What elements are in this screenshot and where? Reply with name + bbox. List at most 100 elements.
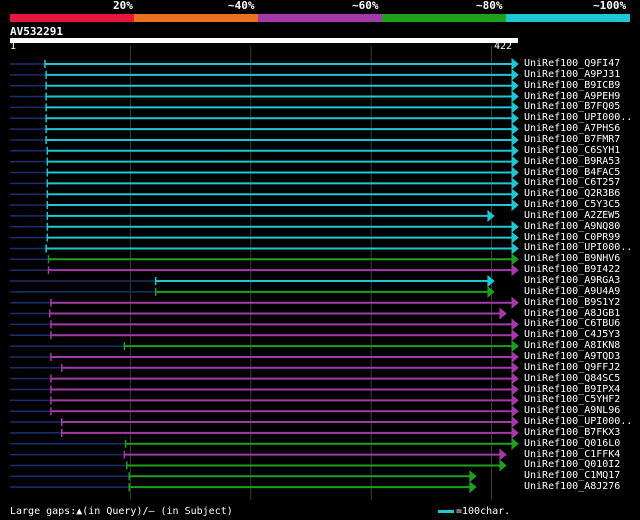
hit-end-arrow: [511, 264, 519, 277]
hit-label[interactable]: UniRef100_A9NQ80: [524, 221, 620, 232]
hit-row[interactable]: [10, 57, 519, 71]
hit-row[interactable]: [10, 198, 519, 212]
hit-label[interactable]: UniRef100_C5YHF2: [524, 394, 620, 405]
hit-label[interactable]: UniRef100_B9I422: [524, 264, 620, 275]
hit-label[interactable]: UniRef100_Q2R3B6: [524, 188, 620, 199]
hit-label[interactable]: UniRef100_UPI000..: [524, 416, 632, 427]
hit-row[interactable]: [10, 231, 519, 244]
hit-row[interactable]: [10, 350, 519, 364]
hit-label[interactable]: UniRef100_C6T257: [524, 177, 620, 188]
hit-label[interactable]: UniRef100_B7FKX3: [524, 427, 620, 438]
hit-label[interactable]: UniRef100_C1FFK4: [524, 449, 620, 460]
hit-row[interactable]: [10, 79, 519, 92]
hit-row[interactable]: [10, 296, 519, 309]
hit-label[interactable]: UniRef100_Q9FFJ2: [524, 362, 620, 373]
hit-end-arrow: [511, 198, 519, 212]
hit-end-arrow: [511, 90, 519, 103]
hit-end-arrow: [511, 57, 519, 71]
hit-label[interactable]: UniRef100_B9ICB9: [524, 80, 620, 91]
hit-row[interactable]: [10, 383, 519, 396]
hit-label[interactable]: UniRef100_C6SYH1: [524, 145, 620, 156]
hit-label[interactable]: UniRef100_Q016L0: [524, 438, 620, 449]
hit-end-arrow: [511, 350, 519, 364]
hit-label[interactable]: UniRef100_C4J5Y3: [524, 329, 620, 340]
hit-label[interactable]: UniRef100_A9NL96: [524, 405, 620, 416]
hit-label[interactable]: UniRef100_A9PEH9: [524, 91, 620, 102]
hit-row[interactable]: [10, 144, 519, 157]
hit-label[interactable]: UniRef100_C6TBU6: [524, 318, 620, 329]
hit-row[interactable]: [10, 242, 519, 255]
hit-end-arrow: [511, 123, 519, 136]
scale-legend-line: [438, 509, 454, 513]
hit-end-arrow: [469, 481, 477, 494]
hit-row[interactable]: [10, 470, 477, 483]
hit-row[interactable]: [10, 340, 519, 353]
hit-label[interactable]: UniRef100_Q9FI47: [524, 58, 620, 69]
hit-label[interactable]: UniRef100_B4FAC5: [524, 167, 620, 178]
hit-label[interactable]: UniRef100_UPI000..: [524, 242, 632, 253]
hit-row[interactable]: [10, 133, 519, 147]
hit-end-arrow: [511, 133, 519, 147]
hit-label[interactable]: UniRef100_C5Y3C5: [524, 199, 620, 210]
scale-legend: =100char.: [438, 506, 510, 518]
hit-row[interactable]: [10, 166, 519, 179]
hit-label[interactable]: UniRef100_B7FQ05: [524, 101, 620, 112]
hit-label[interactable]: UniRef100_A8IKN8: [524, 340, 620, 351]
hit-row[interactable]: [10, 285, 495, 298]
hit-row[interactable]: [10, 481, 477, 494]
hit-row[interactable]: [10, 68, 519, 81]
hit-label[interactable]: UniRef100_C0PR99: [524, 232, 620, 243]
hit-end-arrow: [511, 68, 519, 81]
hit-label[interactable]: UniRef100_A9RGA3: [524, 275, 620, 286]
hit-row[interactable]: [10, 209, 495, 222]
hit-row[interactable]: [10, 318, 519, 331]
hit-label[interactable]: UniRef100_A2ZEW5: [524, 210, 620, 221]
hit-row[interactable]: [10, 372, 519, 385]
hit-label[interactable]: UniRef100_A9TQD3: [524, 351, 620, 362]
hit-label[interactable]: UniRef100_B9S1Y2: [524, 297, 620, 308]
hit-end-arrow: [511, 394, 519, 407]
hit-row[interactable]: [10, 415, 519, 429]
hit-end-arrow: [487, 209, 495, 222]
hit-end-arrow: [511, 231, 519, 244]
hit-row[interactable]: [10, 405, 519, 418]
hit-row[interactable]: [10, 253, 519, 266]
hit-row[interactable]: [10, 264, 519, 277]
hit-end-arrow: [511, 188, 519, 201]
hit-label[interactable]: UniRef100_B9RA53: [524, 156, 620, 167]
hit-row[interactable]: [10, 90, 519, 103]
hit-row[interactable]: [10, 448, 507, 461]
hit-label[interactable]: UniRef100_B9NHV6: [524, 253, 620, 264]
hit-row[interactable]: [10, 177, 519, 190]
hit-end-arrow: [499, 307, 507, 320]
hit-row[interactable]: [10, 188, 519, 201]
hit-row[interactable]: [10, 361, 519, 374]
hit-label[interactable]: UniRef100_Q010I2: [524, 459, 620, 470]
hit-row[interactable]: [10, 123, 519, 136]
hit-row[interactable]: [10, 426, 519, 439]
hit-row[interactable]: [10, 307, 507, 320]
hit-label[interactable]: UniRef100_A7PHS6: [524, 123, 620, 134]
hit-row[interactable]: [10, 101, 519, 114]
hit-end-arrow: [511, 253, 519, 266]
hit-row[interactable]: [10, 459, 507, 472]
hit-row[interactable]: [10, 437, 519, 450]
hit-label[interactable]: UniRef100_A9PJ31: [524, 69, 620, 80]
hit-label[interactable]: UniRef100_Q84SC5: [524, 373, 620, 384]
hit-row[interactable]: [10, 112, 519, 125]
hit-label[interactable]: UniRef100_C1MQ17: [524, 470, 620, 481]
hit-row[interactable]: [10, 329, 519, 342]
hit-row[interactable]: [10, 274, 495, 288]
hit-end-arrow: [499, 459, 507, 472]
hit-row[interactable]: [10, 155, 519, 168]
hit-row[interactable]: [10, 220, 519, 233]
hit-label[interactable]: UniRef100_A8J276: [524, 481, 620, 492]
hit-row[interactable]: [10, 394, 519, 407]
hit-label[interactable]: UniRef100_A8JGB1: [524, 308, 620, 319]
hit-label[interactable]: UniRef100_UPI000..: [524, 112, 632, 123]
hit-end-arrow: [511, 405, 519, 418]
hit-end-arrow: [511, 372, 519, 385]
hit-label[interactable]: UniRef100_A9U4A9: [524, 286, 620, 297]
hit-label[interactable]: UniRef100_B7FMR7: [524, 134, 620, 145]
hit-label[interactable]: UniRef100_B9IPX4: [524, 384, 620, 395]
